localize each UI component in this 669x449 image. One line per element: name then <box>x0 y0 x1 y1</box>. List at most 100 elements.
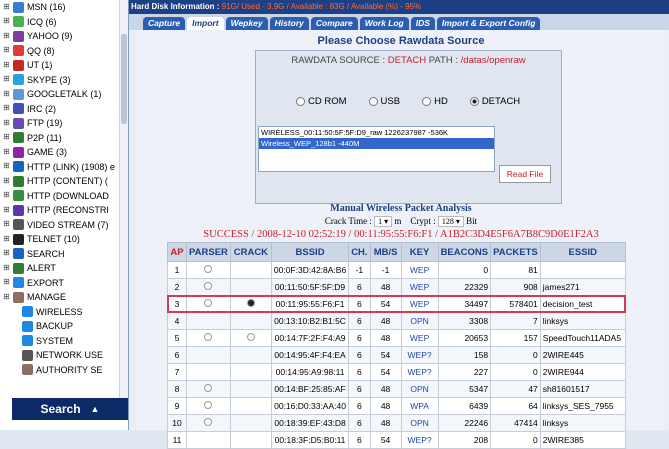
sidebar-item[interactable]: ⊞ EXPORT <box>0 276 118 291</box>
file-list-item[interactable]: WIRELESS_00:11:50:5F:5F:D9_raw 122623798… <box>259 127 494 138</box>
expand-icon[interactable]: ⊞ <box>2 278 11 287</box>
sidebar-item[interactable]: ⊞ GAME (3) <box>0 145 118 160</box>
column-header: AP <box>167 242 187 262</box>
sidebar-item[interactable]: ⊞ QQ (8) <box>0 44 118 59</box>
source-radio-detach[interactable]: DETACH <box>469 96 520 107</box>
radio-dot[interactable] <box>296 97 305 106</box>
rawdata-file-list[interactable]: WIRELESS_00:11:50:5F:5F:D9_raw 122623798… <box>258 126 495 172</box>
parser-radio[interactable] <box>204 384 213 392</box>
expand-icon[interactable]: ⊞ <box>2 292 11 302</box>
sidebar-item[interactable]: ⊞ VIDEO STREAM (7) <box>0 218 118 233</box>
expand-icon[interactable]: ⊞ <box>2 17 11 26</box>
expand-icon[interactable]: ⊞ <box>2 162 11 171</box>
sidebar-item[interactable]: ⊞ HTTP (RECONSTRI <box>0 203 118 218</box>
parser-radio[interactable] <box>204 299 213 307</box>
radio-dot[interactable] <box>422 97 432 106</box>
expand-icon[interactable]: ⊞ <box>2 147 11 157</box>
expand-icon[interactable]: ⊞ <box>2 46 11 55</box>
table-row[interactable]: 7 00:14:95:A9:98:11 6 54 WEP? 227 0 2WIRE944 <box>167 363 626 381</box>
tab-import-export-config[interactable]: Import & Export Config <box>436 17 541 30</box>
sidebar-subitem[interactable]: BACKUP <box>0 319 118 334</box>
sidebar-item[interactable]: ⊞ UT (1) <box>0 58 118 73</box>
sidebar-subitem[interactable]: AUTHORITY SE <box>0 363 118 378</box>
sidebar-item[interactable]: ⊞ HTTP (LINK) (1908) e <box>0 160 118 175</box>
table-row[interactable]: 11 00:18:3F:D5:B0:11 6 54 WEP? 208 0 2WIRE385 <box>167 431 626 449</box>
search-bar-button[interactable]: Search ▲ <box>12 398 128 420</box>
sidebar-item[interactable]: ⊞ HTTP (CONTENT) ( <box>0 174 118 189</box>
sidebar-item[interactable]: ⊞ SKYPE (3) <box>0 73 118 88</box>
expand-icon[interactable]: ⊞ <box>2 263 11 273</box>
sidebar-item[interactable]: ⊞ MANAGE <box>0 290 118 305</box>
table-row[interactable]: 1 00:0F:3D:42:8A:B6 -1 -1 WEP 0 81 <box>167 261 626 279</box>
source-radio-cd-rom[interactable]: CD ROM <box>296 96 347 107</box>
table-row[interactable]: 4 00:13:10:B2:B1:5C 6 48 OPN 3308 7 linksys <box>167 312 626 330</box>
sidebar-item[interactable]: ⊞ YAHOO (9) <box>0 29 118 44</box>
tab-history[interactable]: History <box>269 17 309 30</box>
expand-icon[interactable]: ⊞ <box>2 220 11 229</box>
crack-cell <box>229 346 272 364</box>
crack-radio[interactable] <box>246 299 255 307</box>
expand-icon[interactable]: ⊞ <box>2 118 11 128</box>
sidebar-item[interactable]: ⊞ MSN (16) <box>0 0 118 15</box>
sidebar-subitem[interactable]: WIRELESS <box>0 305 118 320</box>
table-row[interactable]: 5 00:14:7F:2F:F4:A9 6 48 WEP 20653 157 SpeedTou… <box>167 329 626 347</box>
tab-work-log[interactable]: Work Log <box>359 17 409 30</box>
sidebar-item[interactable]: ⊞ FTP (19) <box>0 116 118 131</box>
tab-wepkey[interactable]: Wepkey <box>225 17 268 30</box>
expand-icon[interactable]: ⊞ <box>2 133 11 142</box>
essid-cell: james271 <box>539 278 626 296</box>
tab-import[interactable]: Import <box>187 17 224 30</box>
sidebar-item[interactable]: ⊞ ALERT <box>0 261 118 276</box>
sidebar-subitem[interactable]: NETWORK USE <box>0 348 118 363</box>
expand-icon[interactable]: ⊞ <box>2 205 11 215</box>
tab-capture[interactable]: Capture <box>143 17 186 30</box>
tab-compare[interactable]: Compare <box>310 17 358 30</box>
column-header: KEY <box>400 242 439 262</box>
expand-icon[interactable]: ⊞ <box>2 75 11 84</box>
file-list-item[interactable]: Wireless_WEP_128b1 -440M <box>259 138 494 149</box>
backup-icon <box>22 320 33 332</box>
sidebar-item[interactable]: ⊞ SEARCH <box>0 247 118 262</box>
sidebar-scrollbar[interactable] <box>119 0 128 398</box>
source-radio-hd[interactable]: HD <box>422 96 448 107</box>
crack-radio[interactable] <box>246 333 255 341</box>
essid-cell: decision_test <box>539 295 626 313</box>
expand-icon[interactable]: ⊞ <box>2 234 11 244</box>
crypt-select[interactable]: 128 ▾ <box>437 216 464 227</box>
tab-ids[interactable]: IDS <box>410 17 435 30</box>
expand-icon[interactable]: ⊞ <box>2 176 11 186</box>
parser-radio[interactable] <box>204 418 213 426</box>
expand-icon[interactable]: ⊞ <box>2 31 11 41</box>
sidebar-item[interactable]: ⊞ GOOGLETALK (1) <box>0 87 118 102</box>
expand-icon[interactable]: ⊞ <box>2 104 11 113</box>
sidebar-item[interactable]: ⊞ HTTP (DOWNLOAD <box>0 189 118 204</box>
sidebar-item[interactable]: ⊞ IRC (2) <box>0 102 118 117</box>
scrollbar-thumb[interactable] <box>121 34 127 124</box>
read-file-button[interactable]: Read File <box>499 165 551 183</box>
sidebar-item[interactable]: ⊞ P2P (11) <box>0 131 118 146</box>
expand-icon[interactable]: ⊞ <box>2 60 11 70</box>
table-row[interactable]: 2 00:11:50:5F:5F:D9 6 48 WEP 22329 908 james271 <box>167 278 626 296</box>
expand-icon[interactable]: ⊞ <box>2 191 11 200</box>
table-row[interactable]: 10 00:18:39:EF:43:D8 6 48 OPN 22246 47414 links… <box>167 414 626 432</box>
sidebar-subitem[interactable]: SYSTEM <box>0 334 118 349</box>
parser-radio[interactable] <box>204 333 213 341</box>
expand-icon[interactable]: ⊞ <box>2 2 11 12</box>
expand-icon[interactable]: ⊞ <box>2 89 11 99</box>
table-row[interactable]: 6 00:14:95:4F:F4:EA 6 54 WEP? 158 0 2WIRE445 <box>167 346 626 364</box>
table-row[interactable]: 8 00:14:BF:25:85:AF 6 48 OPN 5347 47 sh81601517 <box>167 380 626 398</box>
mbs-cell: 48 <box>369 312 402 330</box>
table-row[interactable]: 9 00:16:D0:33:AA:40 6 48 WPA 6439 64 linksys_SE… <box>167 397 626 415</box>
sidebar-item[interactable]: ⊞ ICQ (6) <box>0 15 118 30</box>
radio-dot[interactable] <box>368 97 378 106</box>
sidebar-item[interactable]: ⊞ TELNET (10) <box>0 232 118 247</box>
crack-time-select[interactable]: 1 ▾ <box>374 216 393 227</box>
expand-icon[interactable]: ⊞ <box>2 249 11 258</box>
radio-dot[interactable] <box>469 97 479 106</box>
crack-cell <box>229 295 272 313</box>
parser-radio[interactable] <box>204 401 213 409</box>
parser-radio[interactable] <box>204 282 213 290</box>
parser-radio[interactable] <box>204 265 213 273</box>
table-row[interactable]: 3 00:11:95:55:F6:F1 6 54 WEP 34497 578401 decis… <box>167 295 626 313</box>
source-radio-usb[interactable]: USB <box>368 96 400 107</box>
